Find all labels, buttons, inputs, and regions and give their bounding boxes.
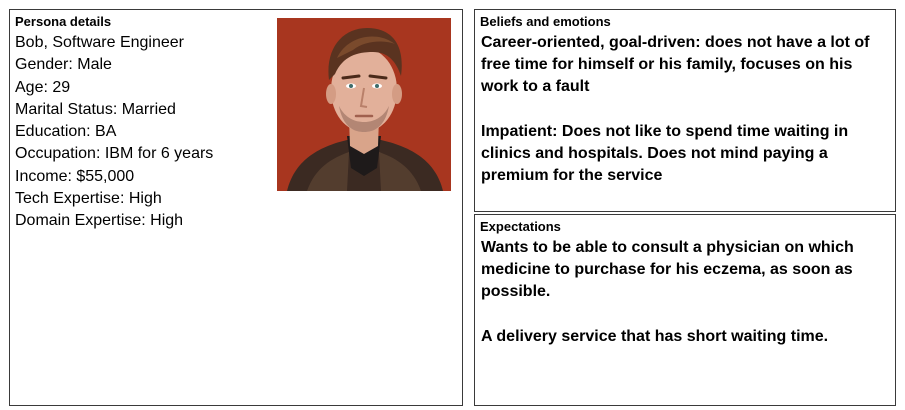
persona-tech-expertise: Tech Expertise: High	[15, 190, 162, 208]
persona-details-panel: Persona details Bob, Software Engineer G…	[9, 9, 463, 406]
persona-occupation: Occupation: IBM for 6 years	[15, 145, 214, 163]
persona-age: Age: 29	[15, 78, 71, 96]
expectations-paragraph-consult: Wants to be able to consult a physician …	[481, 239, 854, 300]
persona-income: Income: $55,000	[15, 167, 135, 185]
beliefs-emotions-title: Beliefs and emotions	[480, 14, 611, 29]
persona-photo	[277, 18, 451, 191]
persona-details-title: Persona details	[15, 14, 112, 29]
persona-education: Education: BA	[15, 123, 117, 141]
expectations-paragraph-delivery: A delivery service that has short waitin…	[481, 328, 829, 345]
beliefs-emotions-panel: Beliefs and emotions Career-oriented, go…	[474, 9, 896, 212]
portrait-photo-icon	[277, 18, 451, 191]
persona-domain-expertise: Domain Expertise: High	[15, 212, 184, 230]
persona-marital-status: Marital Status: Married	[15, 100, 176, 118]
beliefs-paragraph-impatient: Impatient: Does not like to spend time w…	[481, 123, 849, 184]
persona-details-list: Bob, Software Engineer Gender: Male Age:…	[15, 32, 213, 233]
persona-name-role: Bob, Software Engineer	[15, 34, 184, 51]
expectations-title: Expectations	[480, 219, 561, 234]
expectations-panel: Expectations Wants to be able to consult…	[474, 214, 896, 406]
persona-gender: Gender: Male	[15, 56, 112, 74]
beliefs-paragraph-career: Career-oriented, goal-driven: does not h…	[481, 34, 870, 95]
